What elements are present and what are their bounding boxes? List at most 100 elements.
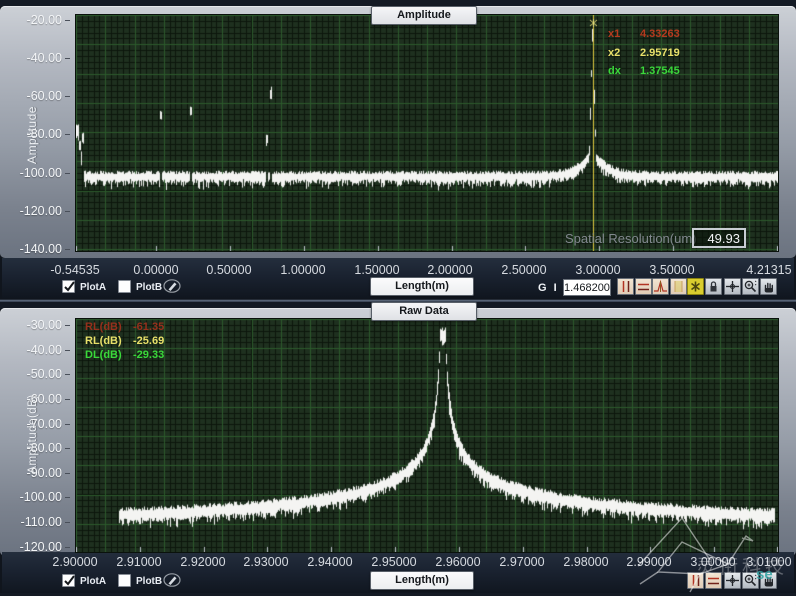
tab-raw-data[interactable]: Raw Data — [371, 302, 477, 321]
peak-marker-button[interactable] — [652, 278, 669, 295]
x-tick-label: 2.95000 — [371, 555, 416, 569]
cursor-x2-value: 2.95719 — [640, 47, 680, 59]
star-marker-button[interactable] — [687, 278, 704, 295]
y-tick-label: -40.00 — [8, 51, 70, 65]
pan-hand-icon — [761, 279, 776, 294]
pencil-icon — [163, 279, 182, 294]
x-tick-label: 2.90000 — [52, 555, 97, 569]
cursor-x1-label: x1 — [608, 28, 620, 40]
rl1-label: RL(dB) — [85, 321, 122, 333]
pan-hand-icon — [761, 573, 776, 588]
x-tick-label: 3.00000 — [690, 555, 735, 569]
crosshair-button-bottom[interactable] — [724, 572, 741, 589]
dl-value: -29.33 — [133, 349, 164, 361]
plotb-checkbox-bottom[interactable] — [118, 574, 131, 587]
x-tick-label: 2.98000 — [563, 555, 608, 569]
rl2-value: -25.69 — [133, 335, 164, 347]
star-marker-icon — [688, 279, 703, 294]
x-tick-label: 2.00000 — [427, 263, 472, 277]
y-tick-label: -80.00 — [8, 441, 70, 455]
pan-button-bottom[interactable] — [760, 572, 777, 589]
checkmark-icon — [63, 574, 76, 587]
cursor-dx-label: dx — [608, 65, 621, 77]
horizontal-cursors-icon — [636, 279, 651, 294]
plota-checkbox-bottom[interactable] — [62, 574, 75, 587]
spatial-resolution-value: 49.93 — [692, 228, 746, 248]
x-tick-label: 2.96000 — [435, 555, 480, 569]
y-tick-label: -110.00 — [8, 515, 70, 529]
y-tick-label: -120.00 — [8, 540, 70, 554]
x-tick-label: 3.01000 — [746, 555, 791, 569]
rl1-value: -61.35 — [133, 321, 164, 333]
group-index-input[interactable] — [563, 279, 611, 296]
x-tick-label: 2.97000 — [499, 555, 544, 569]
horizontal-cursors-icon — [706, 573, 721, 588]
dl-label: DL(dB) — [85, 349, 122, 361]
plotb-label: PlotB — [136, 282, 162, 293]
crosshair-button[interactable] — [724, 278, 741, 295]
x-tick-label: 1.50000 — [354, 263, 399, 277]
lock-icon — [706, 279, 721, 294]
lock-button[interactable] — [705, 278, 722, 295]
x-tick-label: 2.92000 — [180, 555, 225, 569]
plota-checkbox[interactable] — [62, 280, 75, 293]
group-index-label: G I — [538, 282, 559, 294]
app-window: Amplitude -20.00 -40.00 -60.00 -80.00 -1… — [0, 0, 796, 596]
y-tick-label: -60.00 — [8, 89, 70, 103]
band-cursor-button[interactable] — [670, 278, 687, 295]
y-tick-label: -140.00 — [8, 242, 70, 256]
crosshair-icon — [725, 279, 740, 294]
x-tick-label: 1.00000 — [280, 263, 325, 277]
y-tick-label: -80.00 — [8, 127, 70, 141]
y-tick-label: -70.00 — [8, 417, 70, 431]
x-tick-label: 0.50000 — [206, 263, 251, 277]
x-tick-label: 2.91000 — [116, 555, 161, 569]
y-tick-label: -120.00 — [8, 204, 70, 218]
horizontal-cursors-button-bottom[interactable] — [705, 572, 722, 589]
peak-marker-icon — [653, 279, 668, 294]
x-tick-label: 2.99000 — [626, 555, 671, 569]
plotb-checkbox[interactable] — [118, 280, 131, 293]
crosshair-icon — [725, 573, 740, 588]
x-tick-label: 4.21315 — [746, 263, 791, 277]
cursor-dx-value: 1.37545 — [640, 65, 680, 77]
band-cursor-icon — [671, 279, 686, 294]
plota-label-bottom: PlotA — [80, 576, 106, 587]
x-tick-label: 0.00000 — [133, 263, 178, 277]
vertical-cursors-button-bottom[interactable] — [687, 572, 704, 589]
y-tick-label: -30.00 — [8, 318, 70, 332]
x-tick-label: -0.54535 — [50, 263, 99, 277]
y-tick-label: -50.00 — [8, 367, 70, 381]
x-tick-label: 3.50000 — [649, 263, 694, 277]
edit-plots-button[interactable] — [163, 279, 182, 294]
zoom-icon — [743, 573, 758, 588]
vertical-cursors-icon — [688, 573, 703, 588]
edit-plots-button-bottom[interactable] — [163, 573, 182, 588]
plotb-label-bottom: PlotB — [136, 576, 162, 587]
x-tick-label: 3.00000 — [575, 263, 620, 277]
y-tick-label: -90.00 — [8, 466, 70, 480]
zoom-button-bottom[interactable] — [742, 572, 759, 589]
tab-length-top[interactable]: Length(m) — [370, 277, 474, 296]
x-tick-label: 2.94000 — [307, 555, 352, 569]
vertical-cursors-icon — [618, 279, 633, 294]
tab-amplitude[interactable]: Amplitude — [371, 6, 477, 25]
y-tick-label: -60.00 — [8, 392, 70, 406]
y-tick-label: -100.00 — [8, 490, 70, 504]
y-tick-label: -100.00 — [8, 166, 70, 180]
checkmark-icon — [63, 280, 76, 293]
cursor-x1-value: 4.33263 — [640, 28, 680, 40]
spatial-resolution-label: Spatial Resolution(um) — [565, 231, 697, 246]
y-tick-label: -20.00 — [8, 13, 70, 27]
zoom-button[interactable] — [742, 278, 759, 295]
x-tick-label: 2.50000 — [501, 263, 546, 277]
rl2-label: RL(dB) — [85, 335, 122, 347]
x-tick-label: 2.93000 — [243, 555, 288, 569]
tab-length-bottom[interactable]: Length(m) — [370, 571, 474, 590]
pan-button[interactable] — [760, 278, 777, 295]
vertical-cursors-button[interactable] — [617, 278, 634, 295]
cursor-x2-label: x2 — [608, 47, 620, 59]
y-tick-label: -40.00 — [8, 343, 70, 357]
horizontal-cursors-button[interactable] — [635, 278, 652, 295]
rawdata-plot-canvas[interactable] — [75, 318, 779, 553]
